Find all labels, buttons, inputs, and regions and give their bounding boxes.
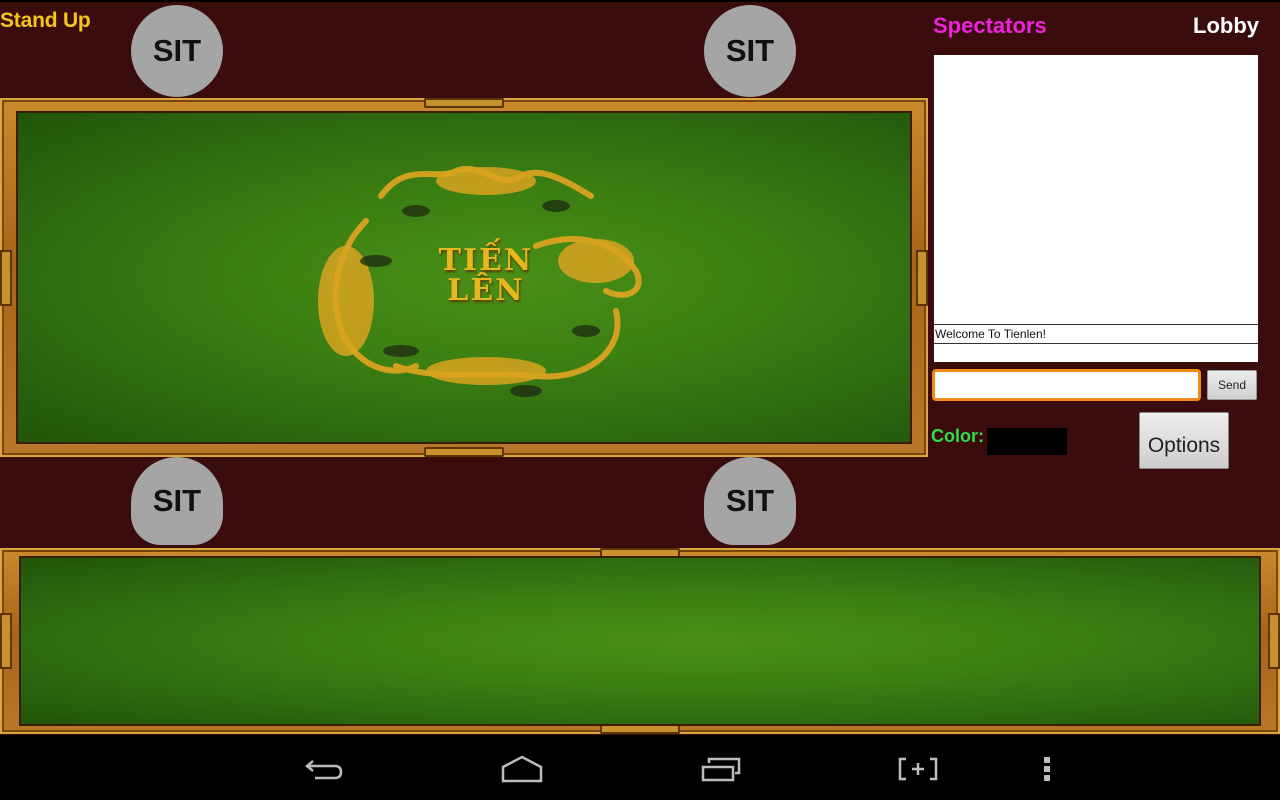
sit-button-bottom-left[interactable]: SIT [131,457,223,545]
lobby-button[interactable]: Lobby [1193,13,1259,39]
recent-apps-button[interactable] [691,749,751,789]
frame-ornament-top [424,98,504,108]
frame-ornament-right [916,249,928,306]
hand-ornament-left [0,613,12,669]
stand-up-button[interactable]: Stand Up [0,9,91,33]
home-button[interactable] [492,749,552,789]
logo-title-line2: LÊN [447,273,525,308]
overflow-menu-icon [1044,757,1050,781]
back-icon [305,760,343,780]
sit-button-top-left[interactable]: SIT [131,5,223,97]
chat-message: Welcome To Tienlen! [934,324,1258,344]
hand-ornament-right [1268,613,1280,669]
chat-input[interactable] [932,369,1201,401]
game-screen: Stand Up Spectators Lobby TIẾN LÊN SIT S… [0,0,1280,735]
hand-felt [19,556,1261,726]
options-button[interactable]: Options [1139,412,1229,469]
sit-button-bottom-right[interactable]: SIT [704,457,796,545]
recent-apps-icon [701,757,741,782]
overflow-menu-button[interactable] [1017,749,1077,789]
send-button[interactable]: Send [1207,370,1257,400]
logo-title: TIẾN LÊN [286,246,686,306]
logo-title-line1: TIẾN [438,243,534,278]
table-felt: TIẾN LÊN [16,111,912,444]
system-navigation-bar [0,735,1280,800]
tienlen-logo: TIẾN LÊN [286,151,686,411]
color-label: Color: [931,426,984,446]
home-icon [501,755,543,783]
color-picker-swatch[interactable] [987,428,1067,455]
player-hand-area [0,548,1280,734]
spectators-button[interactable]: Spectators [933,13,1047,39]
frame-ornament-left [0,249,12,306]
game-table: TIẾN LÊN [0,98,928,457]
screenshot-button[interactable] [888,749,948,789]
screenshot-icon [898,757,938,781]
status-bar-edge [0,0,1280,2]
back-button[interactable] [295,749,355,789]
frame-ornament-bottom [424,447,504,457]
sit-button-top-right[interactable]: SIT [704,5,796,97]
chat-log[interactable]: Welcome To Tienlen! [934,55,1258,362]
